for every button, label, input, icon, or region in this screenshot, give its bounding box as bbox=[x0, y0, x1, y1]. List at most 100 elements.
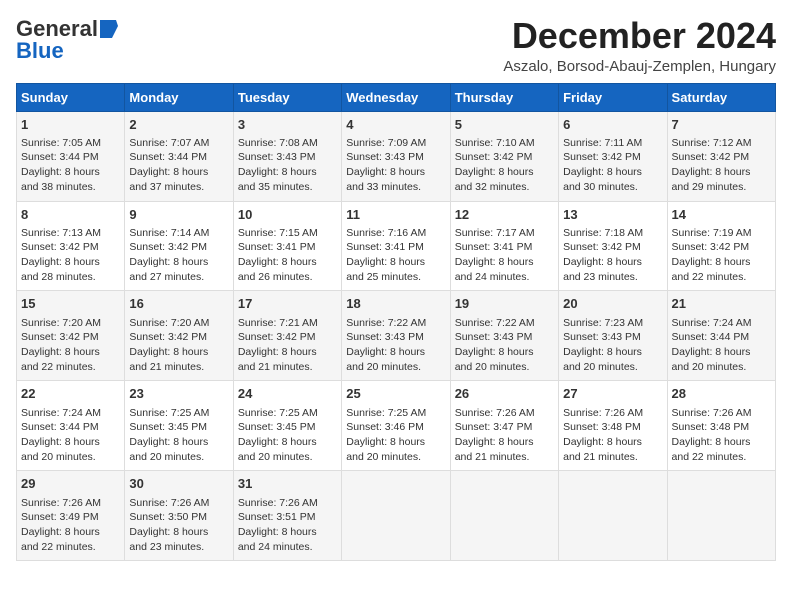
cell-info: Sunrise: 7:05 AM Sunset: 3:44 PM Dayligh… bbox=[21, 136, 120, 195]
header: General Blue December 2024 Aszalo, Borso… bbox=[16, 16, 776, 75]
calendar-cell: 25 Sunrise: 7:25 AM Sunset: 3:46 PM Dayl… bbox=[342, 381, 450, 471]
calendar-cell: 29 Sunrise: 7:26 AM Sunset: 3:49 PM Dayl… bbox=[17, 471, 125, 561]
logo-icon bbox=[100, 20, 118, 38]
calendar-cell bbox=[450, 471, 558, 561]
calendar-cell: 7 Sunrise: 7:12 AM Sunset: 3:42 PM Dayli… bbox=[667, 111, 775, 201]
day-number: 15 bbox=[21, 295, 120, 313]
day-number: 14 bbox=[672, 206, 771, 224]
calendar-cell: 11 Sunrise: 7:16 AM Sunset: 3:41 PM Dayl… bbox=[342, 201, 450, 291]
cell-info: Sunrise: 7:14 AM Sunset: 3:42 PM Dayligh… bbox=[129, 226, 228, 285]
col-friday: Friday bbox=[559, 83, 667, 111]
cell-info: Sunrise: 7:25 AM Sunset: 3:46 PM Dayligh… bbox=[346, 406, 445, 465]
cell-info: Sunrise: 7:21 AM Sunset: 3:42 PM Dayligh… bbox=[238, 316, 337, 375]
cell-info: Sunrise: 7:26 AM Sunset: 3:51 PM Dayligh… bbox=[238, 496, 337, 555]
calendar-cell: 4 Sunrise: 7:09 AM Sunset: 3:43 PM Dayli… bbox=[342, 111, 450, 201]
calendar-cell: 12 Sunrise: 7:17 AM Sunset: 3:41 PM Dayl… bbox=[450, 201, 558, 291]
day-number: 31 bbox=[238, 475, 337, 493]
cell-info: Sunrise: 7:19 AM Sunset: 3:42 PM Dayligh… bbox=[672, 226, 771, 285]
day-number: 27 bbox=[563, 385, 662, 403]
day-number: 30 bbox=[129, 475, 228, 493]
day-number: 2 bbox=[129, 116, 228, 134]
calendar-week-2: 8 Sunrise: 7:13 AM Sunset: 3:42 PM Dayli… bbox=[17, 201, 776, 291]
cell-info: Sunrise: 7:24 AM Sunset: 3:44 PM Dayligh… bbox=[672, 316, 771, 375]
calendar-cell: 30 Sunrise: 7:26 AM Sunset: 3:50 PM Dayl… bbox=[125, 471, 233, 561]
calendar-cell: 15 Sunrise: 7:20 AM Sunset: 3:42 PM Dayl… bbox=[17, 291, 125, 381]
day-number: 10 bbox=[238, 206, 337, 224]
cell-info: Sunrise: 7:25 AM Sunset: 3:45 PM Dayligh… bbox=[129, 406, 228, 465]
calendar-cell: 13 Sunrise: 7:18 AM Sunset: 3:42 PM Dayl… bbox=[559, 201, 667, 291]
cell-info: Sunrise: 7:26 AM Sunset: 3:49 PM Dayligh… bbox=[21, 496, 120, 555]
calendar-cell: 23 Sunrise: 7:25 AM Sunset: 3:45 PM Dayl… bbox=[125, 381, 233, 471]
cell-info: Sunrise: 7:16 AM Sunset: 3:41 PM Dayligh… bbox=[346, 226, 445, 285]
calendar-cell: 8 Sunrise: 7:13 AM Sunset: 3:42 PM Dayli… bbox=[17, 201, 125, 291]
day-number: 7 bbox=[672, 116, 771, 134]
day-number: 4 bbox=[346, 116, 445, 134]
day-number: 16 bbox=[129, 295, 228, 313]
calendar-cell: 26 Sunrise: 7:26 AM Sunset: 3:47 PM Dayl… bbox=[450, 381, 558, 471]
calendar-cell: 21 Sunrise: 7:24 AM Sunset: 3:44 PM Dayl… bbox=[667, 291, 775, 381]
calendar-week-1: 1 Sunrise: 7:05 AM Sunset: 3:44 PM Dayli… bbox=[17, 111, 776, 201]
calendar-cell: 3 Sunrise: 7:08 AM Sunset: 3:43 PM Dayli… bbox=[233, 111, 341, 201]
cell-info: Sunrise: 7:22 AM Sunset: 3:43 PM Dayligh… bbox=[455, 316, 554, 375]
calendar-cell: 20 Sunrise: 7:23 AM Sunset: 3:43 PM Dayl… bbox=[559, 291, 667, 381]
day-number: 24 bbox=[238, 385, 337, 403]
location-subtitle: Aszalo, Borsod-Abauj-Zemplen, Hungary bbox=[503, 58, 776, 75]
calendar-cell: 22 Sunrise: 7:24 AM Sunset: 3:44 PM Dayl… bbox=[17, 381, 125, 471]
header-row: Sunday Monday Tuesday Wednesday Thursday… bbox=[17, 83, 776, 111]
cell-info: Sunrise: 7:22 AM Sunset: 3:43 PM Dayligh… bbox=[346, 316, 445, 375]
col-saturday: Saturday bbox=[667, 83, 775, 111]
calendar-cell: 28 Sunrise: 7:26 AM Sunset: 3:48 PM Dayl… bbox=[667, 381, 775, 471]
col-wednesday: Wednesday bbox=[342, 83, 450, 111]
logo-blue: Blue bbox=[16, 38, 64, 64]
day-number: 29 bbox=[21, 475, 120, 493]
day-number: 25 bbox=[346, 385, 445, 403]
day-number: 21 bbox=[672, 295, 771, 313]
cell-info: Sunrise: 7:26 AM Sunset: 3:50 PM Dayligh… bbox=[129, 496, 228, 555]
calendar-cell bbox=[559, 471, 667, 561]
calendar-cell: 19 Sunrise: 7:22 AM Sunset: 3:43 PM Dayl… bbox=[450, 291, 558, 381]
day-number: 17 bbox=[238, 295, 337, 313]
cell-info: Sunrise: 7:20 AM Sunset: 3:42 PM Dayligh… bbox=[129, 316, 228, 375]
cell-info: Sunrise: 7:26 AM Sunset: 3:48 PM Dayligh… bbox=[563, 406, 662, 465]
day-number: 13 bbox=[563, 206, 662, 224]
cell-info: Sunrise: 7:11 AM Sunset: 3:42 PM Dayligh… bbox=[563, 136, 662, 195]
calendar-cell: 1 Sunrise: 7:05 AM Sunset: 3:44 PM Dayli… bbox=[17, 111, 125, 201]
cell-info: Sunrise: 7:17 AM Sunset: 3:41 PM Dayligh… bbox=[455, 226, 554, 285]
day-number: 22 bbox=[21, 385, 120, 403]
cell-info: Sunrise: 7:09 AM Sunset: 3:43 PM Dayligh… bbox=[346, 136, 445, 195]
calendar-cell: 24 Sunrise: 7:25 AM Sunset: 3:45 PM Dayl… bbox=[233, 381, 341, 471]
cell-info: Sunrise: 7:10 AM Sunset: 3:42 PM Dayligh… bbox=[455, 136, 554, 195]
col-tuesday: Tuesday bbox=[233, 83, 341, 111]
cell-info: Sunrise: 7:12 AM Sunset: 3:42 PM Dayligh… bbox=[672, 136, 771, 195]
calendar-week-5: 29 Sunrise: 7:26 AM Sunset: 3:49 PM Dayl… bbox=[17, 471, 776, 561]
day-number: 5 bbox=[455, 116, 554, 134]
col-thursday: Thursday bbox=[450, 83, 558, 111]
cell-info: Sunrise: 7:07 AM Sunset: 3:44 PM Dayligh… bbox=[129, 136, 228, 195]
calendar-cell: 2 Sunrise: 7:07 AM Sunset: 3:44 PM Dayli… bbox=[125, 111, 233, 201]
day-number: 3 bbox=[238, 116, 337, 134]
calendar-table: Sunday Monday Tuesday Wednesday Thursday… bbox=[16, 83, 776, 562]
col-sunday: Sunday bbox=[17, 83, 125, 111]
calendar-cell: 14 Sunrise: 7:19 AM Sunset: 3:42 PM Dayl… bbox=[667, 201, 775, 291]
cell-info: Sunrise: 7:08 AM Sunset: 3:43 PM Dayligh… bbox=[238, 136, 337, 195]
cell-info: Sunrise: 7:26 AM Sunset: 3:48 PM Dayligh… bbox=[672, 406, 771, 465]
cell-info: Sunrise: 7:15 AM Sunset: 3:41 PM Dayligh… bbox=[238, 226, 337, 285]
calendar-cell: 17 Sunrise: 7:21 AM Sunset: 3:42 PM Dayl… bbox=[233, 291, 341, 381]
cell-info: Sunrise: 7:20 AM Sunset: 3:42 PM Dayligh… bbox=[21, 316, 120, 375]
day-number: 6 bbox=[563, 116, 662, 134]
calendar-cell: 31 Sunrise: 7:26 AM Sunset: 3:51 PM Dayl… bbox=[233, 471, 341, 561]
calendar-cell: 10 Sunrise: 7:15 AM Sunset: 3:41 PM Dayl… bbox=[233, 201, 341, 291]
cell-info: Sunrise: 7:24 AM Sunset: 3:44 PM Dayligh… bbox=[21, 406, 120, 465]
cell-info: Sunrise: 7:26 AM Sunset: 3:47 PM Dayligh… bbox=[455, 406, 554, 465]
calendar-cell: 18 Sunrise: 7:22 AM Sunset: 3:43 PM Dayl… bbox=[342, 291, 450, 381]
calendar-week-3: 15 Sunrise: 7:20 AM Sunset: 3:42 PM Dayl… bbox=[17, 291, 776, 381]
calendar-cell bbox=[667, 471, 775, 561]
title-area: December 2024 Aszalo, Borsod-Abauj-Zempl… bbox=[503, 16, 776, 75]
cell-info: Sunrise: 7:25 AM Sunset: 3:45 PM Dayligh… bbox=[238, 406, 337, 465]
col-monday: Monday bbox=[125, 83, 233, 111]
calendar-cell: 6 Sunrise: 7:11 AM Sunset: 3:42 PM Dayli… bbox=[559, 111, 667, 201]
day-number: 9 bbox=[129, 206, 228, 224]
calendar-cell: 9 Sunrise: 7:14 AM Sunset: 3:42 PM Dayli… bbox=[125, 201, 233, 291]
calendar-cell: 16 Sunrise: 7:20 AM Sunset: 3:42 PM Dayl… bbox=[125, 291, 233, 381]
month-title: December 2024 bbox=[503, 16, 776, 56]
